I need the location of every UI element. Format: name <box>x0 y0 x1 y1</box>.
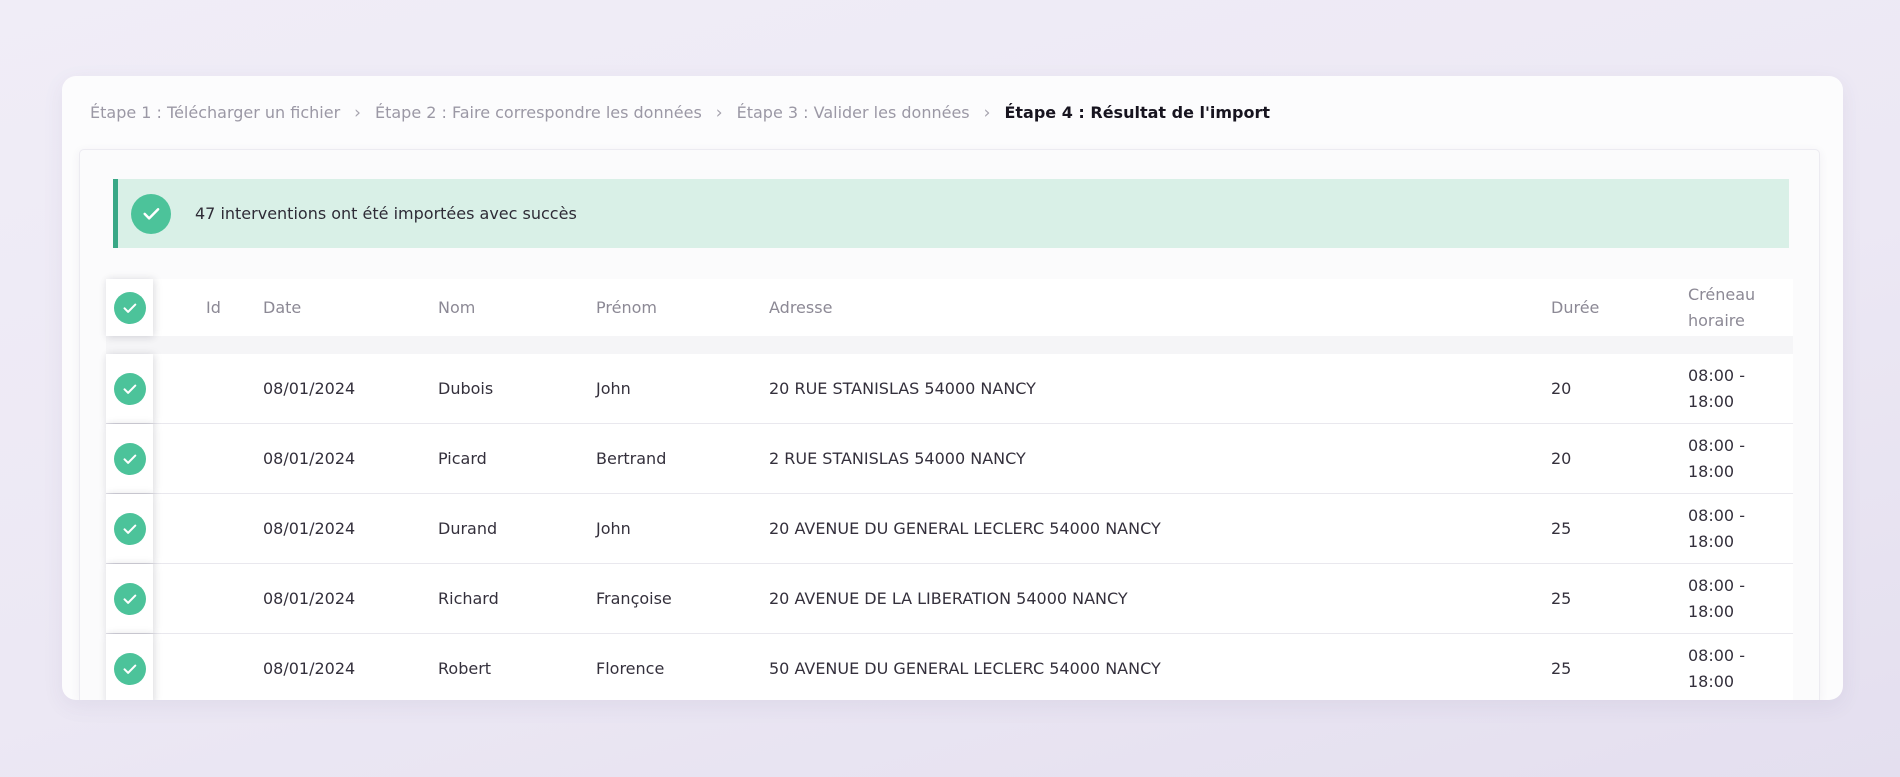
table-body: 08/01/2024 Dubois John 20 RUE STANISLAS … <box>106 354 1793 700</box>
cell-adresse: 20 RUE STANISLAS 54000 NANCY <box>769 379 1036 398</box>
cell-prenom: John <box>596 519 631 538</box>
check-circle-icon <box>113 291 146 324</box>
col-header-duree: Durée <box>1551 298 1600 317</box>
cell-date: 08/01/2024 <box>263 519 356 538</box>
cell-creneau: 08:00 - 18:00 <box>1688 435 1745 481</box>
cell-duree: 25 <box>1551 519 1572 538</box>
breadcrumb-step[interactable]: Étape 1 : Télécharger un fichier <box>90 103 340 122</box>
cell-date: 08/01/2024 <box>263 379 356 398</box>
col-header-id: Id <box>206 298 221 317</box>
cell-adresse: 20 AVENUE DU GENERAL LECLERC 54000 NANCY <box>769 519 1161 538</box>
cell-creneau: 08:00 - 18:00 <box>1688 645 1745 691</box>
cell-prenom: Françoise <box>596 589 672 608</box>
import-wizard-card: Étape 1 : Télécharger un fichier › Étape 2… <box>62 76 1843 700</box>
row-status-cell <box>106 354 153 423</box>
header-status-cell <box>106 279 153 336</box>
cell-nom: Robert <box>438 659 492 678</box>
table-row[interactable]: 08/01/2024 Dubois John 20 RUE STANISLAS … <box>106 354 1793 424</box>
cell-nom: Durand <box>438 519 498 538</box>
interventions-table: Id Date Nom Prénom Adresse Durée Créneau… <box>106 279 1793 700</box>
check-circle-icon <box>113 372 146 405</box>
cell-adresse: 2 RUE STANISLAS 54000 NANCY <box>769 449 1026 468</box>
row-status-cell <box>106 424 153 493</box>
table-row[interactable]: 08/01/2024 Durand John 20 AVENUE DU GENE… <box>106 494 1793 564</box>
cell-duree: 25 <box>1551 659 1572 678</box>
import-result-panel: 47 interventions ont été importées avec … <box>79 149 1820 700</box>
breadcrumb-step: Étape 4 : Résultat de l'import <box>1004 103 1271 122</box>
cell-creneau: 08:00 - 18:00 <box>1688 365 1745 411</box>
chevron-right-icon: › <box>983 102 991 123</box>
cell-creneau: 08:00 - 18:00 <box>1688 575 1745 621</box>
check-circle-icon <box>113 442 146 475</box>
table-row[interactable]: 08/01/2024 Picard Bertrand 2 RUE STANISL… <box>106 424 1793 494</box>
chevron-right-icon: › <box>354 102 361 123</box>
cell-adresse: 50 AVENUE DU GENERAL LECLERC 54000 NANCY <box>769 659 1161 678</box>
cell-prenom: Florence <box>596 659 665 678</box>
row-status-cell <box>106 634 153 700</box>
cell-adresse: 20 AVENUE DE LA LIBERATION 54000 NANCY <box>769 589 1128 608</box>
breadcrumb-step[interactable]: Étape 2 : Faire correspondre les données <box>375 103 702 122</box>
row-status-cell <box>106 494 153 563</box>
chevron-right-icon: › <box>715 102 723 123</box>
success-banner: 47 interventions ont été importées avec … <box>113 179 1789 248</box>
success-message: 47 interventions ont été importées avec … <box>195 204 577 223</box>
cell-nom: Dubois <box>438 379 494 398</box>
check-circle-icon <box>113 582 146 615</box>
col-header-prenom: Prénom <box>596 298 657 317</box>
cell-duree: 25 <box>1551 589 1572 608</box>
table-row[interactable]: 08/01/2024 Richard Françoise 20 AVENUE D… <box>106 564 1793 634</box>
breadcrumb-step[interactable]: Étape 3 : Valider les données <box>737 103 970 122</box>
cell-nom: Richard <box>438 589 499 608</box>
check-circle-icon <box>113 512 146 545</box>
table-row[interactable]: 08/01/2024 Robert Florence 50 AVENUE DU … <box>106 634 1793 700</box>
check-circle-icon <box>131 193 171 234</box>
header-body-gap <box>106 336 1793 354</box>
cell-creneau: 08:00 - 18:00 <box>1688 505 1745 551</box>
cell-date: 08/01/2024 <box>263 589 356 608</box>
col-header-creneau: Créneau horaire <box>1688 284 1756 330</box>
row-status-cell <box>106 564 153 633</box>
check-circle-icon <box>113 652 146 685</box>
cell-date: 08/01/2024 <box>263 449 356 468</box>
col-header-date: Date <box>263 298 302 317</box>
col-header-nom: Nom <box>438 298 476 317</box>
table-header-row: Id Date Nom Prénom Adresse Durée Créneau… <box>106 279 1793 336</box>
cell-prenom: John <box>596 379 631 398</box>
cell-duree: 20 <box>1551 449 1572 468</box>
cell-prenom: Bertrand <box>596 449 667 468</box>
col-header-adresse: Adresse <box>769 298 833 317</box>
cell-nom: Picard <box>438 449 487 468</box>
cell-duree: 20 <box>1551 379 1572 398</box>
breadcrumb: Étape 1 : Télécharger un fichier › Étape 2… <box>62 76 1843 149</box>
cell-date: 08/01/2024 <box>263 659 356 678</box>
